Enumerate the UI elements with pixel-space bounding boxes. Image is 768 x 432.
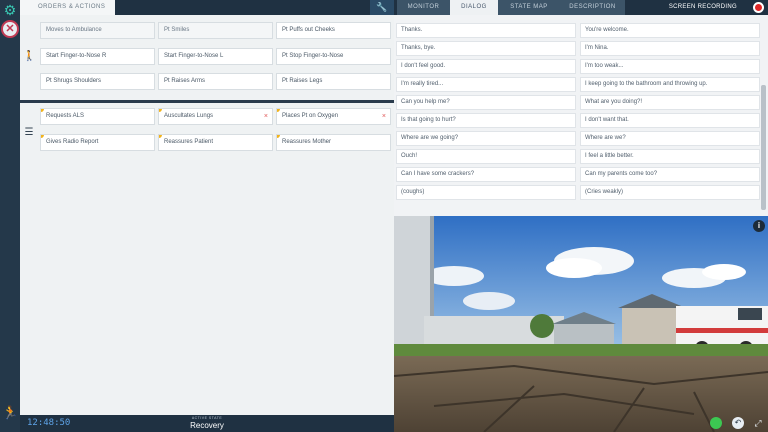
left-rail: ⚙ ✕ 🏃	[0, 0, 20, 432]
orders-panel: 🚶 Moves to Ambulance Pt Smiles Pt Puffs …	[20, 15, 394, 415]
list-icon: ☰	[24, 127, 34, 138]
screen-recording-label: SCREEN RECORDING	[668, 4, 737, 10]
dialog-panel: Thanks. Thanks, bye. I don't feel good. I'm…	[394, 15, 768, 216]
dialog-patient-line[interactable]: Where are we?	[580, 131, 760, 146]
order-pt-smiles[interactable]: Pt Smiles	[158, 22, 273, 39]
status-indicator[interactable]	[710, 417, 722, 429]
order-raises-legs[interactable]: Pt Raises Legs	[276, 73, 391, 90]
action-label: Gives Radio Report	[46, 139, 99, 145]
record-button[interactable]	[753, 2, 764, 13]
wrench-icon[interactable]: 🔧	[370, 0, 394, 15]
dialog-provider-line[interactable]: I'm really tired...	[396, 77, 576, 92]
expand-icon[interactable]: ⤢	[752, 417, 764, 429]
dialog-provider-line[interactable]: Is that going to hurt?	[396, 113, 576, 128]
dialog-provider-line[interactable]: Where are we going?	[396, 131, 576, 146]
dialog-provider-line[interactable]: Ouch!	[396, 149, 576, 164]
section-divider	[20, 100, 394, 103]
order-stop-finger-nose[interactable]: Pt Stop Finger-to-Nose	[276, 48, 391, 65]
star-icon	[277, 109, 280, 112]
gear-icon[interactable]: ⚙	[2, 2, 18, 18]
dialog-patient-line[interactable]: I feel a little better.	[580, 149, 760, 164]
progress-bar	[277, 124, 390, 125]
order-pt-puffs-cheeks[interactable]: Pt Puffs out Cheeks	[276, 22, 391, 39]
dialog-provider-line[interactable]: Can I have some crackers?	[396, 167, 576, 182]
action-reassures-patient[interactable]: Reassures Patient	[158, 134, 273, 151]
tab-state-map[interactable]: STATE MAP	[498, 0, 560, 15]
action-places-pt-on-oxygen[interactable]: Places Pt on Oxygen ×	[276, 108, 391, 125]
info-icon[interactable]: i	[753, 220, 765, 232]
cancel-icon[interactable]: ×	[264, 109, 268, 124]
tab-monitor[interactable]: MONITOR	[397, 0, 450, 15]
dialog-scrollbar[interactable]	[761, 85, 766, 210]
action-label: Auscultates Lungs	[164, 113, 214, 119]
order-moves-to-ambulance[interactable]: Moves to Ambulance	[40, 22, 155, 39]
star-icon	[41, 135, 44, 138]
dialog-provider-line[interactable]: Thanks, bye.	[396, 41, 576, 56]
action-label: Places Pt on Oxygen	[282, 113, 339, 119]
undo-icon[interactable]: ↶	[732, 417, 744, 429]
action-requests-als[interactable]: Requests ALS	[40, 108, 155, 125]
scene-view[interactable]: i ↶ ⤢	[394, 216, 768, 432]
app-root: ⚙ ✕ 🏃 ORDERS & ACTIONS 🔧 MONITOR DIALOG …	[0, 0, 768, 432]
order-raises-arms[interactable]: Pt Raises Arms	[158, 73, 273, 90]
tab-orders-actions[interactable]: ORDERS & ACTIONS	[20, 0, 115, 15]
dialog-provider-line[interactable]: Thanks.	[396, 23, 576, 38]
star-icon	[159, 135, 162, 138]
dialog-patient-line[interactable]: I'm Nina.	[580, 41, 760, 56]
dialog-provider-line[interactable]: Can you help me?	[396, 95, 576, 110]
dialog-provider-line[interactable]: (coughs)	[396, 185, 576, 200]
progress-bar	[159, 124, 272, 125]
tab-description[interactable]: DESCRIPTION	[560, 0, 625, 15]
dialog-patient-line[interactable]: (Cries weakly)	[580, 185, 760, 200]
dialog-provider-line[interactable]: I don't feel good.	[396, 59, 576, 74]
active-state-caption: ACTIVE STATE	[191, 416, 223, 420]
star-icon	[277, 135, 280, 138]
star-icon	[41, 109, 44, 112]
walking-person-icon: 🚶	[23, 51, 36, 62]
action-reassures-mother[interactable]: Reassures Mother	[276, 134, 391, 151]
order-finger-nose-l[interactable]: Start Finger-to-Nose L	[158, 48, 273, 65]
top-bar: ORDERS & ACTIONS 🔧 MONITOR DIALOG STATE …	[20, 0, 768, 15]
scene-illustration	[394, 216, 768, 432]
action-auscultates-lungs[interactable]: Auscultates Lungs ×	[158, 108, 273, 125]
tab-dialog[interactable]: DIALOG	[450, 0, 498, 15]
star-icon	[159, 109, 162, 112]
no-movement-icon[interactable]: ✕	[1, 20, 19, 38]
dialog-patient-line[interactable]: What are you doing?!	[580, 95, 760, 110]
action-label: Requests ALS	[46, 113, 85, 119]
cancel-icon[interactable]: ×	[382, 109, 386, 124]
dialog-patient-line[interactable]: I don't want that.	[580, 113, 760, 128]
dialog-patient-line[interactable]: You're welcome.	[580, 23, 760, 38]
action-gives-radio-report[interactable]: Gives Radio Report	[40, 134, 155, 151]
dialog-patient-line[interactable]: I'm too weak...	[580, 59, 760, 74]
active-state-name: Recovery	[190, 421, 224, 430]
running-person-icon[interactable]: 🏃	[2, 405, 18, 421]
dialog-patient-line[interactable]: I keep going to the bathroom and throwin…	[580, 77, 760, 92]
status-bar: 12:48:50 ACTIVE STATE Recovery	[20, 415, 394, 432]
action-label: Reassures Patient	[164, 139, 214, 145]
dialog-patient-line[interactable]: Can my parents come too?	[580, 167, 760, 182]
order-shrugs-shoulders[interactable]: Pt Shrugs Shoulders	[40, 73, 155, 90]
action-label: Reassures Mother	[282, 139, 332, 145]
order-finger-nose-r[interactable]: Start Finger-to-Nose R	[40, 48, 155, 65]
